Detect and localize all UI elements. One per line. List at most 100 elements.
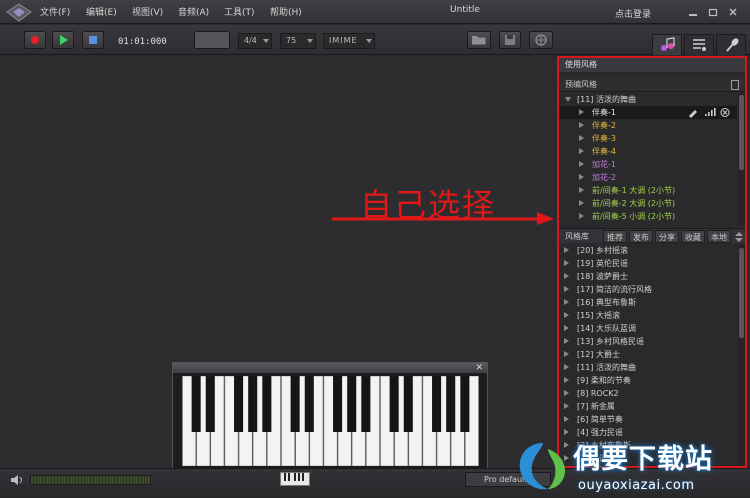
style-variation-item[interactable]: 前/间奏-5 小调 (2小节) [559,210,737,223]
black-key[interactable] [304,376,314,432]
style-variation-item[interactable]: 前/间奏-2 大调 (2小节) [559,197,737,210]
scrollbar-thumb[interactable] [739,248,744,338]
expand-arrow-icon[interactable] [564,299,569,305]
expand-arrow-icon[interactable] [579,122,584,128]
login-link[interactable]: 点击登录 [615,7,651,20]
expand-arrow-icon[interactable] [579,213,584,219]
expand-arrow-icon[interactable] [564,416,569,422]
expand-arrow-icon[interactable] [564,260,569,266]
scrollbar-thumb[interactable] [739,95,744,170]
style-library-item[interactable]: [16] 典型布鲁斯 [559,296,737,309]
black-key[interactable] [248,376,258,432]
style-library-item[interactable]: [17] 简洁的流行风格 [559,283,737,296]
expand-arrow-icon[interactable] [579,174,584,180]
tab-publish[interactable]: 发布 [629,230,653,243]
minimize-icon[interactable] [688,7,698,17]
expand-arrow-icon[interactable] [564,390,569,396]
tab-local[interactable]: 本地 [707,230,731,243]
maximize-icon[interactable] [708,7,718,17]
expand-arrow-icon[interactable] [564,403,569,409]
black-key[interactable] [389,376,399,432]
expand-arrow-icon[interactable] [564,247,569,253]
black-key[interactable] [460,376,470,432]
style-library-item[interactable]: [7] 新金属 [559,400,737,413]
black-key[interactable] [446,376,456,432]
piano-titlebar[interactable]: ✕ [173,363,487,373]
expand-arrow-icon[interactable] [564,338,569,344]
menu-view[interactable]: 视图(V) [132,5,178,18]
close-icon[interactable] [728,7,738,17]
style-library-item[interactable]: [9] 柔和的节奏 [559,374,737,387]
app-logo-icon[interactable] [6,3,32,22]
style-library-item[interactable]: [6] 简单节奏 [559,413,737,426]
open-folder-button[interactable] [467,31,491,49]
tab-microphone[interactable] [716,34,746,55]
expand-arrow-icon[interactable] [579,187,584,193]
record-button[interactable] [24,31,46,49]
style-library-item[interactable]: [8] ROCK2 [559,387,737,400]
expand-arrow-icon[interactable] [564,377,569,383]
black-key[interactable] [347,376,357,432]
style-variation-item[interactable]: 加花-2 [559,171,737,184]
black-key[interactable] [432,376,442,432]
expand-arrow-icon[interactable] [564,273,569,279]
speaker-icon[interactable] [10,474,24,486]
style-variation-item[interactable]: 加花-1 [559,158,737,171]
online-button[interactable] [529,31,553,49]
sort-icon[interactable] [735,232,743,242]
black-key[interactable] [262,376,272,432]
expand-arrow-icon[interactable] [564,364,569,370]
style-variation-item[interactable]: 伴奏-2 [559,119,737,132]
volume-meter[interactable] [30,475,151,485]
tempo-select[interactable]: 75 [280,33,316,49]
style-group-item[interactable]: [11] 活泼的舞曲 [559,93,737,106]
save-button[interactable] [499,31,521,49]
style-library-item[interactable]: [13] 乡村风格民谣 [559,335,737,348]
menu-tools[interactable]: 工具(T) [224,5,270,18]
style-library-item[interactable]: [20] 乡村摇滚 [559,244,737,257]
track-color-box[interactable] [194,31,230,49]
style-library-item[interactable]: [14] 大乐队蓝调 [559,322,737,335]
tab-share[interactable]: 分享 [655,230,679,243]
style-library-item[interactable]: [19] 英伦民谣 [559,257,737,270]
menu-edit[interactable]: 编辑(E) [86,5,132,18]
beat-select[interactable]: 4/4 [238,33,272,49]
menu-help[interactable]: 帮助(H) [270,5,316,18]
play-button[interactable] [52,31,74,49]
style-library-item[interactable]: [18] 波萨爵士 [559,270,737,283]
black-key[interactable] [205,376,215,432]
expand-arrow-icon[interactable] [564,325,569,331]
menu-file[interactable]: 文件(F) [40,5,86,18]
black-key[interactable] [403,376,413,432]
expand-arrow-icon[interactable] [579,148,584,154]
piano-keyboard-icon[interactable] [280,472,310,486]
tab-recommend[interactable]: 推荐 [603,230,627,243]
piano-keyboard[interactable] [182,376,479,466]
library-scrollbar[interactable] [738,244,745,466]
expand-arrow-icon[interactable] [579,109,584,115]
expand-arrow-icon[interactable] [579,161,584,167]
style-library-item[interactable]: [11] 活泼的舞曲 [559,361,737,374]
black-key[interactable] [191,376,201,432]
expand-arrow-icon[interactable] [564,286,569,292]
tab-style[interactable] [652,34,682,55]
expand-arrow-icon[interactable] [564,312,569,318]
style-variation-item[interactable]: 伴奏-1 [559,106,737,119]
expand-arrow-icon[interactable] [579,135,584,141]
style-variation-item[interactable]: 伴奏-4 [559,145,737,158]
close-icon[interactable]: ✕ [475,363,483,373]
tab-score[interactable] [684,34,714,55]
expand-arrow-icon[interactable] [579,200,584,206]
black-key[interactable] [361,376,371,432]
style-variation-item[interactable]: 伴奏-3 [559,132,737,145]
expanded-arrow-icon[interactable] [565,97,571,102]
style-library-item[interactable]: [12] 大爵士 [559,348,737,361]
style-variation-item[interactable]: 前/间奏-1 大调 (2小节) [559,184,737,197]
stop-button[interactable] [82,31,104,49]
black-key[interactable] [290,376,300,432]
item-action-icons[interactable] [687,107,733,118]
input-mode-select[interactable]: IMIME [323,33,375,49]
document-icon[interactable] [731,80,739,90]
tab-favorite[interactable]: 收藏 [681,230,705,243]
black-key[interactable] [234,376,244,432]
